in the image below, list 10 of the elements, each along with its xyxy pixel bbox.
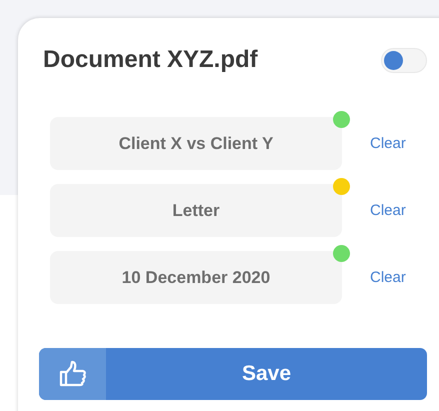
toggle-switch[interactable]: [381, 48, 427, 72]
input-field[interactable]: 10 December 2020: [50, 251, 342, 304]
input-field[interactable]: Client X vs Client Y: [50, 117, 342, 170]
save-button[interactable]: Save: [39, 348, 427, 400]
thumbs-up-icon: [58, 359, 88, 389]
clear-link[interactable]: Clear: [370, 202, 406, 219]
document-title: Document XYZ.pdf: [43, 46, 258, 74]
input-field[interactable]: Letter: [50, 184, 342, 237]
clear-link[interactable]: Clear: [370, 135, 406, 152]
clear-link[interactable]: Clear: [370, 269, 406, 286]
